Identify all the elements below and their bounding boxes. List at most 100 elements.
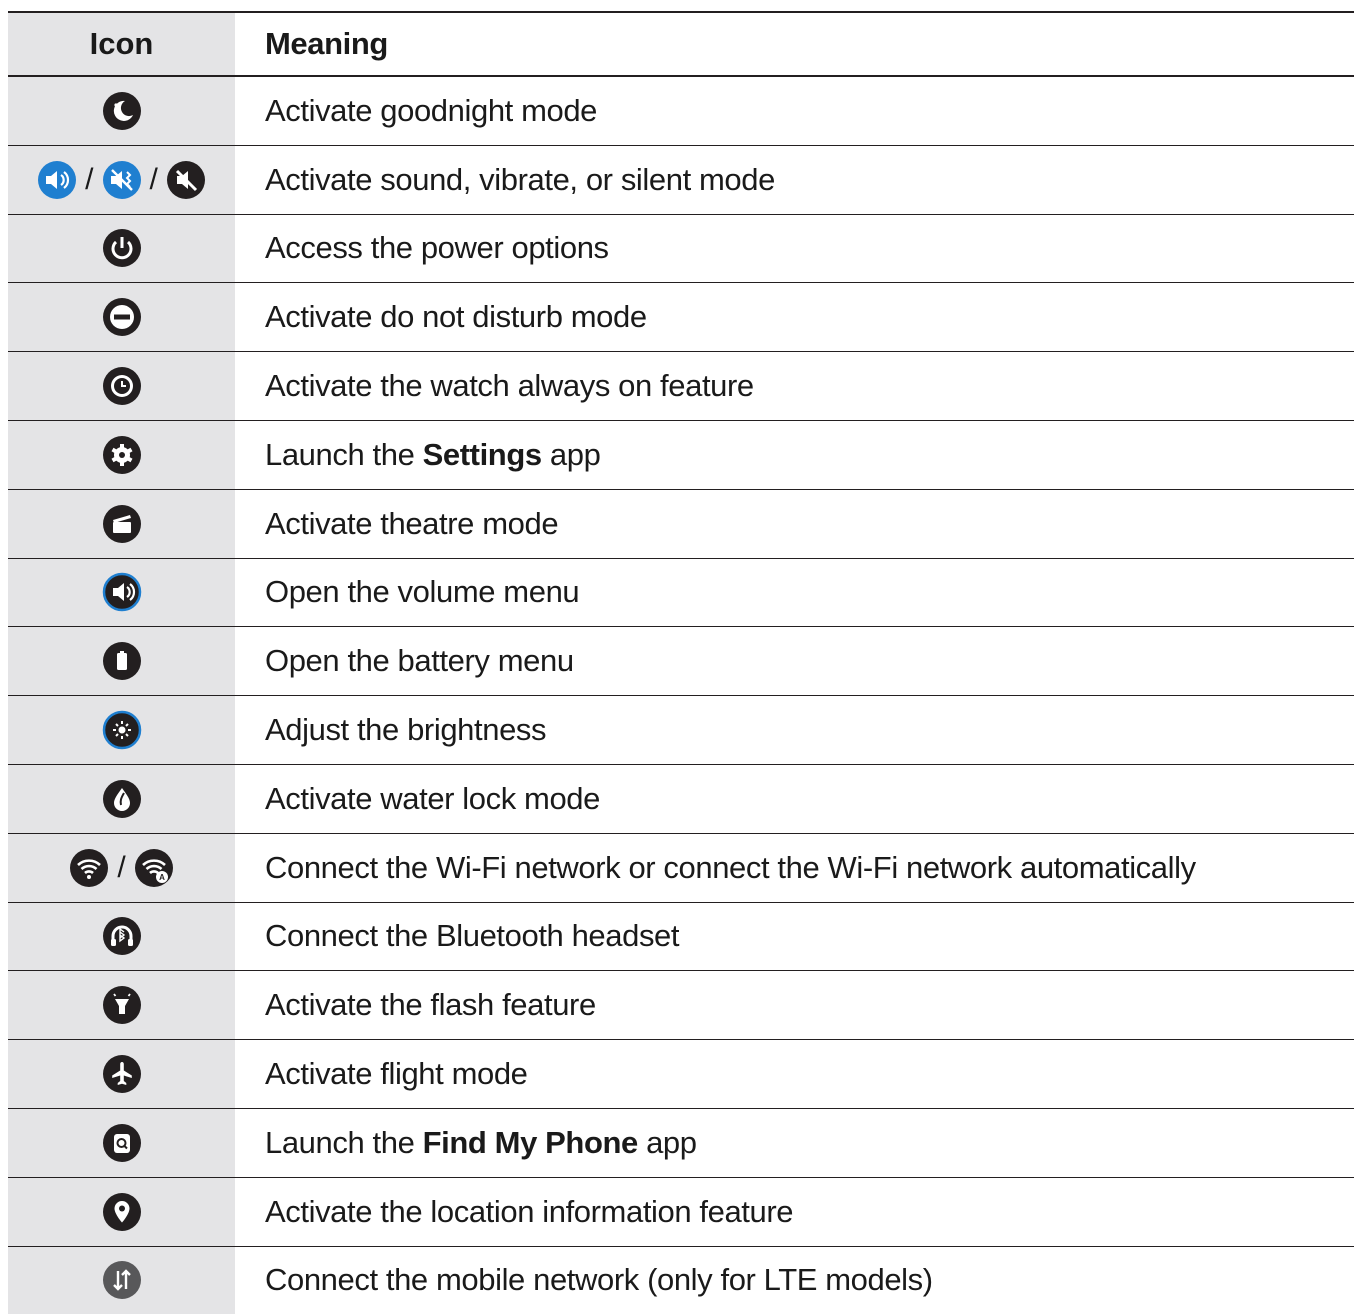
meaning-cell: Activate goodnight mode xyxy=(235,77,1354,145)
meaning-cell: Connect the Wi-Fi network or connect the… xyxy=(235,834,1354,902)
meaning-cell: Access the power options xyxy=(235,215,1354,283)
meaning-cell: Activate the location information featur… xyxy=(235,1178,1354,1246)
gear-icon xyxy=(102,435,142,475)
table-row: Launch the Settings app xyxy=(8,420,1354,490)
svg-text:A: A xyxy=(159,873,165,882)
icon-cell xyxy=(8,696,235,764)
meaning-text: Connect the Bluetooth headset xyxy=(265,918,680,954)
icon-cell xyxy=(8,1108,235,1177)
icon-cell xyxy=(8,971,235,1040)
do-not-disturb-icon xyxy=(102,297,142,337)
icon-cell xyxy=(8,1177,235,1246)
brightness-icon xyxy=(102,710,142,750)
icon-cell xyxy=(8,902,235,971)
icon-cell xyxy=(8,764,235,833)
battery-icon xyxy=(102,641,142,681)
table-row: Activate goodnight mode xyxy=(8,77,1354,146)
watch-icon xyxy=(102,366,142,406)
mobile-data-icon xyxy=(102,1260,142,1300)
meaning-text-part: app xyxy=(637,1124,697,1160)
wifi-icon xyxy=(69,848,109,888)
table-row: Adjust the brightness xyxy=(8,696,1354,765)
meaning-cell: Connect the Bluetooth headset xyxy=(235,903,1354,971)
meaning-cell: Adjust the brightness xyxy=(235,696,1354,764)
meaning-text-part: Launch the xyxy=(265,1124,423,1160)
bluetooth-headset-icon xyxy=(102,916,142,956)
meaning-text: Activate the watch always on feature xyxy=(265,368,754,404)
volume-icon xyxy=(102,572,142,612)
power-icon xyxy=(102,228,142,268)
vibrate-icon xyxy=(102,160,142,200)
meaning-cell: Activate theatre mode xyxy=(235,490,1354,558)
meaning-text: Activate goodnight mode xyxy=(265,92,598,128)
icon-meaning-table: Icon Meaning Activate goodnight mode / / Ac… xyxy=(8,11,1354,1314)
table-row: / / Activate sound, vibrate, or silent mod… xyxy=(8,145,1354,215)
icon-cell xyxy=(8,214,235,283)
meaning-text-part: app xyxy=(541,436,601,472)
table-row: Connect the Bluetooth headset xyxy=(8,902,1354,972)
table-row: Activate flight mode xyxy=(8,1040,1354,1109)
meaning-cell: Activate flight mode xyxy=(235,1040,1354,1108)
moon-icon xyxy=(102,91,142,131)
table-row: Open the battery menu xyxy=(8,627,1354,697)
meaning-text-part: Launch the xyxy=(265,436,423,472)
table-row: Activate the location information featur… xyxy=(8,1177,1354,1247)
icon-cell: / / xyxy=(8,145,235,214)
meaning-cell: Activate water lock mode xyxy=(235,765,1354,833)
meaning-text: Activate water lock mode xyxy=(265,780,600,816)
app-name: Find My Phone xyxy=(422,1124,639,1160)
meaning-text: Connect the mobile network (only for LTE… xyxy=(265,1262,933,1298)
meaning-cell: Launch the Settings app xyxy=(235,421,1354,489)
meaning-text: Open the battery menu xyxy=(265,643,574,679)
meaning-text: Activate the flash feature xyxy=(265,987,596,1023)
table-row: / A Connect the Wi-Fi network or connect t… xyxy=(8,833,1354,903)
table-row: Activate water lock mode xyxy=(8,764,1354,834)
wifi-auto-icon: A xyxy=(134,848,174,888)
meaning-cell: Open the volume menu xyxy=(235,559,1354,627)
meaning-text: Activate do not disturb mode xyxy=(265,299,647,335)
table-row: Access the power options xyxy=(8,214,1354,284)
table-row: Launch the Find My Phone app xyxy=(8,1108,1354,1178)
icon-cell xyxy=(8,489,235,558)
icon-cell xyxy=(8,558,235,627)
meaning-cell: Open the battery menu xyxy=(235,627,1354,695)
sound-icon xyxy=(37,160,77,200)
table-row: Activate the flash feature xyxy=(8,971,1354,1041)
meaning-cell: Activate do not disturb mode xyxy=(235,283,1354,351)
table-row: Activate do not disturb mode xyxy=(8,283,1354,353)
water-drop-icon xyxy=(102,779,142,819)
meaning-text: Activate theatre mode xyxy=(265,505,559,541)
icon-cell xyxy=(8,352,235,420)
icon-separator: / xyxy=(149,162,158,196)
find-phone-icon xyxy=(102,1123,142,1163)
meaning-cell: Activate sound, vibrate, or silent mode xyxy=(235,146,1354,214)
icon-cell xyxy=(8,420,235,489)
flashlight-icon xyxy=(102,985,142,1025)
icon-column-header: Icon xyxy=(8,13,235,75)
icon-separator: / xyxy=(85,162,94,196)
meaning-cell: Connect the mobile network (only for LTE… xyxy=(235,1247,1354,1314)
meaning-text: Connect the Wi-Fi network or connect the… xyxy=(265,849,1196,885)
icon-cell xyxy=(8,627,235,696)
meaning-text: Access the power options xyxy=(265,230,609,266)
table-row: Connect the mobile network (only for LTE… xyxy=(8,1246,1354,1314)
table-header: Icon Meaning xyxy=(8,13,1354,77)
meaning-text: Activate flight mode xyxy=(265,1056,528,1092)
meaning-column-header: Meaning xyxy=(265,26,388,61)
table-row: Activate theatre mode xyxy=(8,489,1354,559)
app-name: Settings xyxy=(422,436,542,472)
icon-cell xyxy=(8,283,235,352)
meaning-text: Activate sound, vibrate, or silent mode xyxy=(265,161,775,197)
mute-icon xyxy=(166,160,206,200)
meaning-cell: Activate the flash feature xyxy=(235,971,1354,1039)
icon-cell xyxy=(8,1040,235,1108)
meaning-text: Adjust the brightness xyxy=(265,712,547,748)
meaning-text: Activate the location information featur… xyxy=(265,1193,794,1229)
meaning-cell: Launch the Find My Phone app xyxy=(235,1109,1354,1177)
table-row: Open the volume menu xyxy=(8,558,1354,628)
meaning-text: Open the volume menu xyxy=(265,574,580,610)
meaning-cell: Activate the watch always on feature xyxy=(235,352,1354,420)
icon-cell xyxy=(8,77,235,145)
airplane-icon xyxy=(102,1054,142,1094)
icon-cell: / A xyxy=(8,833,235,902)
